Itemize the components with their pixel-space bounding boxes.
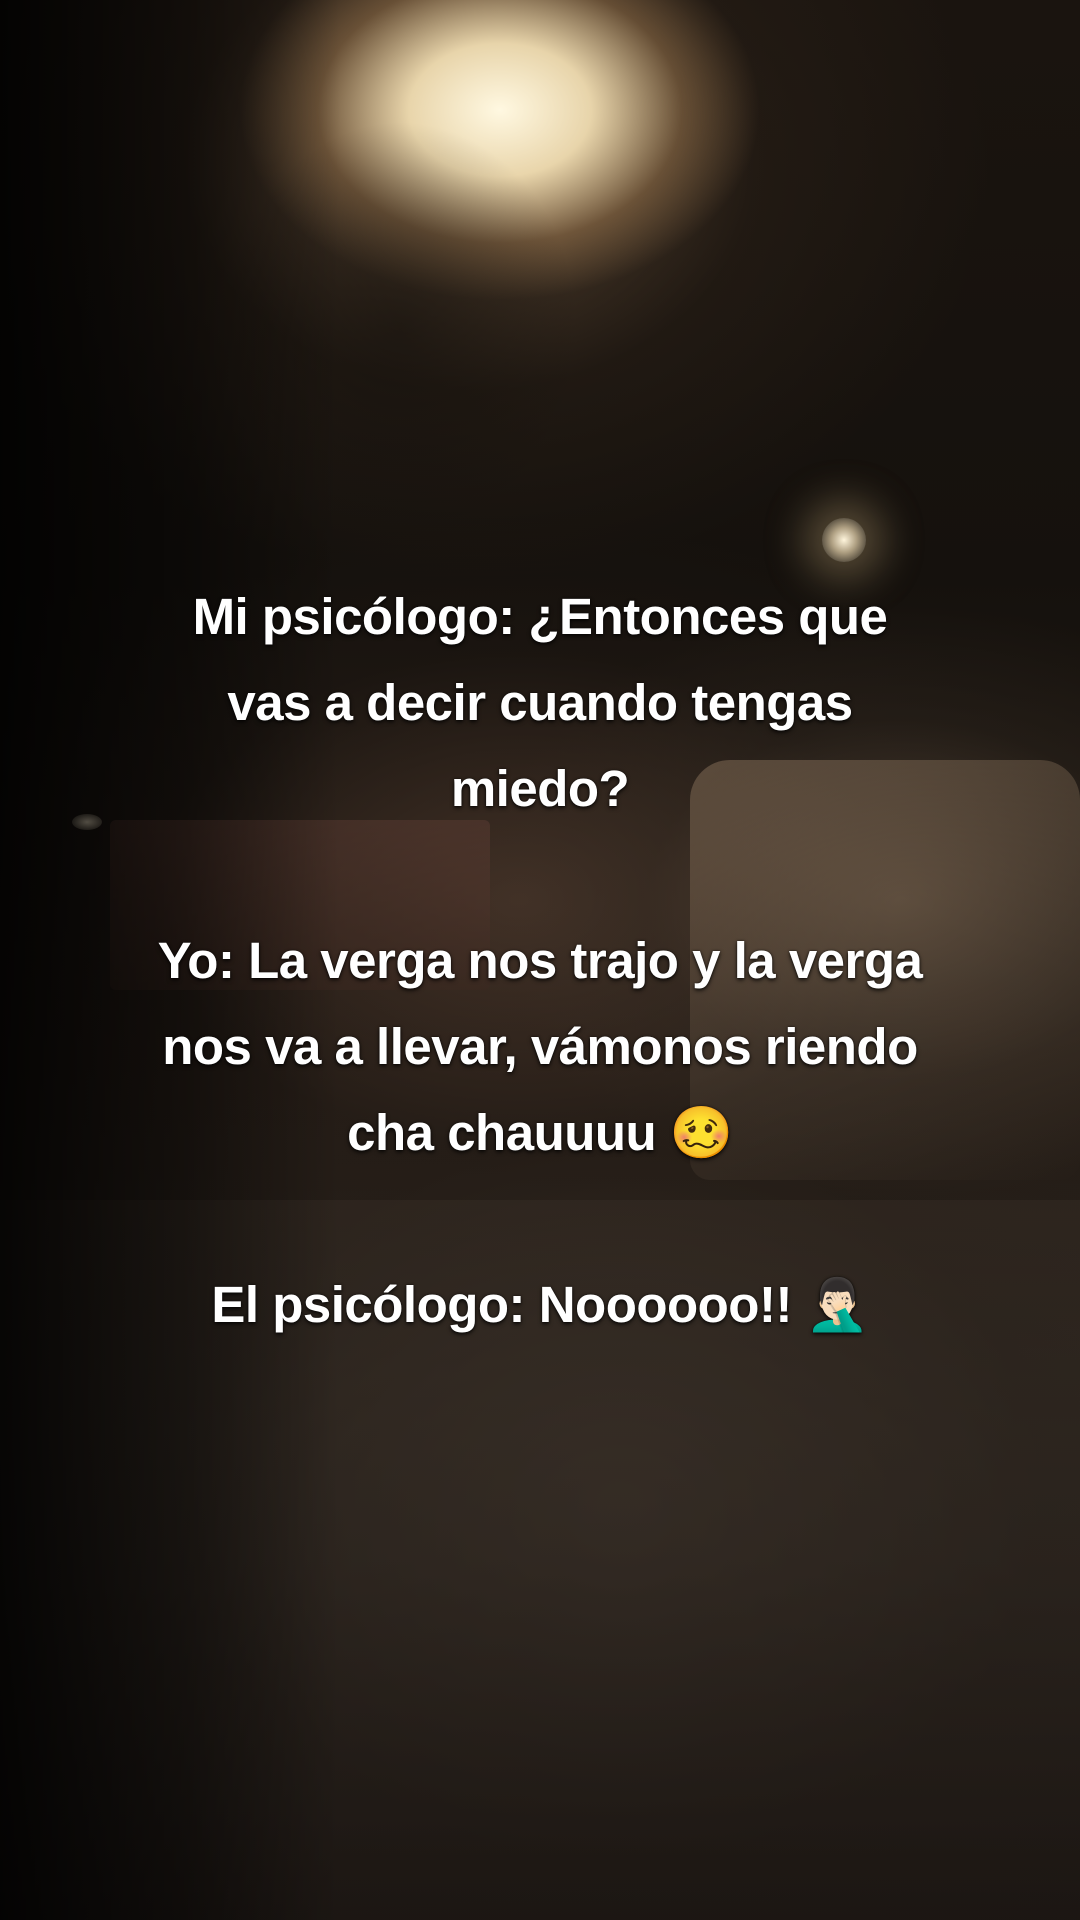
street-lamp-light [822,518,866,562]
background-photo: Mi psicólogo: ¿Entonces que vas a decir … [0,0,1080,1920]
caption-reply-line: El psicólogo: Noooooo!! 🤦🏻‍♂️ [211,1276,869,1333]
overlay-caption: Mi psicólogo: ¿Entonces que vas a decir … [60,574,1020,1348]
caption-me-line: Yo: La verga nos trajo y la verga nos va… [157,932,923,1161]
caption-psychologist-line: Mi psicólogo: ¿Entonces que vas a decir … [192,588,888,817]
